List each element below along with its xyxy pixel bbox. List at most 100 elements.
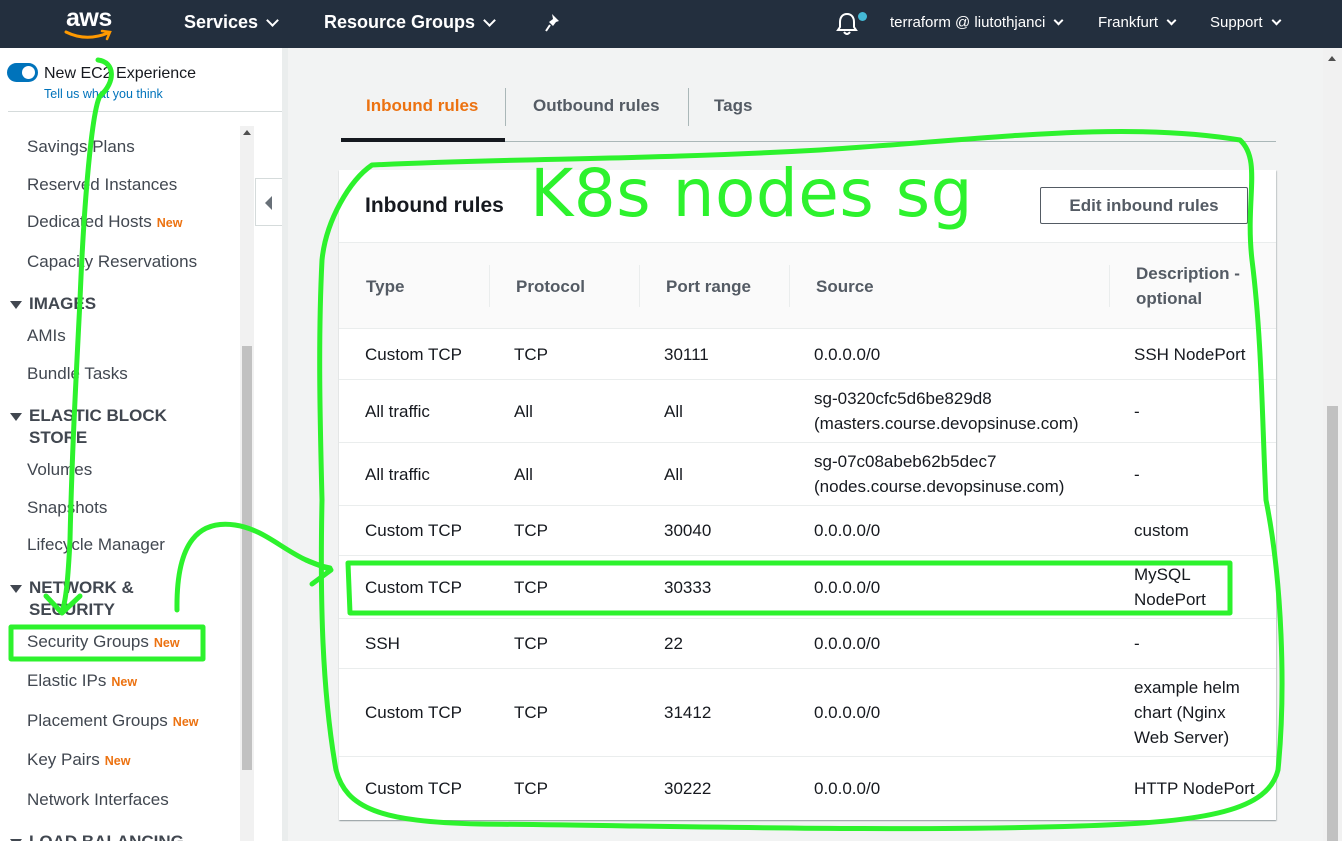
cell-port-range: 30222	[664, 779, 712, 798]
cell-port-range: 22	[664, 634, 683, 653]
sidebar-item-label: AMIs	[27, 326, 66, 345]
account-label: terraform @ liutothjanci	[890, 14, 1046, 31]
sidebar-item-elastic-ips[interactable]: Elastic IPs New	[27, 671, 137, 691]
sidebar-item-dedicated-hosts[interactable]: Dedicated Hosts New	[27, 212, 182, 232]
table-row[interactable]: Custom TCP TCP 30333 0.0.0.0/0 MySQL Nod…	[339, 556, 1276, 619]
sidebar-section-ebs[interactable]: ELASTIC BLOCK STORE	[10, 405, 199, 449]
cell-source: sg-07c08abeb62b5dec7 (nodes.course.devop…	[814, 452, 1065, 496]
cell-type: Custom TCP	[365, 521, 462, 540]
cell-description: -	[1134, 634, 1140, 653]
aws-smile-icon	[64, 29, 112, 41]
new-badge: New	[172, 715, 199, 729]
account-menu[interactable]: terraform @ liutothjanci	[890, 14, 1064, 31]
inbound-rules-panel: Inbound rules Edit inbound rules Type Pr…	[339, 170, 1276, 820]
support-label: Support	[1210, 14, 1263, 31]
column-separator	[1109, 265, 1110, 307]
services-menu[interactable]: Services	[184, 12, 279, 33]
cell-port-range: 31412	[664, 703, 712, 722]
region-menu[interactable]: Frankfurt	[1098, 14, 1177, 31]
scroll-up-arrow-icon[interactable]	[1328, 56, 1336, 61]
sidebar-section-images[interactable]: IMAGES	[10, 293, 229, 315]
cell-protocol: All	[514, 464, 533, 484]
tab-outbound-rules[interactable]: Outbound rules	[533, 96, 660, 116]
cell-type: Custom TCP	[365, 577, 462, 597]
sidebar-section-network-security[interactable]: NETWORK & SECURITY	[10, 577, 199, 621]
sidebar-section-load-balancing[interactable]: LOAD BALANCING	[10, 831, 229, 841]
column-header-type[interactable]: Type	[366, 243, 486, 329]
cell-source: 0.0.0.0/0	[814, 521, 881, 540]
scrollbar-thumb[interactable]	[242, 346, 252, 770]
cell-protocol: TCP	[514, 703, 548, 722]
table-row[interactable]: All traffic All All sg-0320cfc5d6be829d8…	[339, 380, 1276, 443]
sidebar-item-bundle-tasks[interactable]: Bundle Tasks	[27, 364, 128, 384]
table-row[interactable]: Custom TCP TCP 30040 0.0.0.0/0 custom	[339, 506, 1276, 556]
ec2-sidebar: New EC2 Experience Tell us what you thin…	[0, 48, 282, 841]
table-row[interactable]: SSH TCP 22 0.0.0.0/0 -	[339, 619, 1276, 669]
panel-title: Inbound rules	[365, 194, 504, 217]
cell-type: Custom TCP	[365, 703, 462, 722]
cell-protocol: All	[514, 401, 533, 421]
annotation-label: K8s nodes sg	[530, 155, 973, 232]
resource-groups-label: Resource Groups	[324, 12, 476, 32]
column-header-protocol[interactable]: Protocol	[516, 243, 636, 329]
table-row[interactable]: All traffic All All sg-07c08abeb62b5dec7…	[339, 443, 1276, 506]
sidebar-item-label: Placement Groups	[27, 711, 168, 730]
column-separator	[789, 265, 790, 307]
sidebar-item-label: Elastic IPs	[27, 671, 107, 690]
tab-tags[interactable]: Tags	[714, 96, 752, 116]
edit-inbound-rules-button[interactable]: Edit inbound rules	[1040, 187, 1248, 224]
cell-source: 0.0.0.0/0	[814, 779, 881, 798]
sidebar-scrollbar[interactable]	[240, 126, 254, 841]
sidebar-item-placement-groups[interactable]: Placement Groups New	[27, 711, 199, 731]
column-header-port-range[interactable]: Port range	[666, 243, 786, 329]
chevron-down-icon	[1271, 15, 1281, 25]
table-row[interactable]: Custom TCP TCP 31412 0.0.0.0/0 example h…	[339, 669, 1276, 757]
sidebar-item-lifecycle-manager[interactable]: Lifecycle Manager	[27, 535, 165, 555]
security-group-tabs: Inbound rules Outbound rules Tags	[341, 84, 1276, 142]
chevron-down-icon	[1053, 15, 1064, 25]
section-label: ELASTIC BLOCK STORE	[29, 406, 167, 447]
cell-description: MySQL NodePort	[1134, 565, 1206, 609]
tab-inbound-rules[interactable]: Inbound rules	[366, 96, 478, 116]
cell-type: All traffic	[365, 464, 430, 484]
pin-icon[interactable]	[544, 12, 564, 34]
chevron-down-icon	[483, 13, 496, 27]
cell-source: 0.0.0.0/0	[814, 345, 881, 364]
sidebar-border	[282, 48, 288, 841]
bell-icon[interactable]	[835, 11, 859, 37]
new-experience-toggle[interactable]	[7, 63, 38, 82]
sidebar-item-amis[interactable]: AMIs	[27, 326, 66, 346]
sidebar-item-reserved-instances[interactable]: Reserved Instances	[27, 175, 177, 195]
cell-source: 0.0.0.0/0	[814, 703, 881, 722]
collapse-sidebar-button[interactable]	[255, 178, 282, 226]
scrollbar-thumb[interactable]	[1327, 406, 1338, 841]
scroll-up-arrow-icon[interactable]	[243, 130, 251, 135]
column-header-description[interactable]: Description - optional	[1136, 243, 1266, 329]
sidebar-item-label: Key Pairs	[27, 750, 100, 769]
table-row[interactable]: Custom TCP TCP 30222 0.0.0.0/0 HTTP Node…	[339, 757, 1276, 820]
sidebar-item-security-groups[interactable]: Security Groups New	[27, 632, 180, 652]
caret-down-icon	[10, 412, 22, 421]
sidebar-item-snapshots[interactable]: Snapshots	[27, 498, 107, 518]
new-badge: New	[156, 216, 183, 230]
cell-description: SSH NodePort	[1134, 345, 1246, 364]
page-scrollbar[interactable]	[1323, 48, 1342, 841]
sidebar-item-volumes[interactable]: Volumes	[27, 460, 92, 480]
sidebar-item-label: Lifecycle Manager	[27, 535, 165, 554]
cell-port-range: 30040	[664, 521, 712, 540]
cell-port-range: All	[664, 464, 683, 484]
column-header-source[interactable]: Source	[816, 243, 1096, 329]
sidebar-item-network-interfaces[interactable]: Network Interfaces	[27, 790, 169, 810]
cell-protocol: TCP	[514, 634, 548, 653]
resource-groups-menu[interactable]: Resource Groups	[324, 12, 496, 33]
column-separator	[639, 265, 640, 307]
support-menu[interactable]: Support	[1210, 14, 1281, 31]
sidebar-item-capacity-reservations[interactable]: Capacity Reservations	[27, 252, 197, 272]
cell-port-range: 30111	[664, 345, 709, 364]
sidebar-item-key-pairs[interactable]: Key Pairs New	[27, 750, 130, 770]
table-row[interactable]: Custom TCP TCP 30111 0.0.0.0/0 SSH NodeP…	[339, 330, 1276, 380]
caret-down-icon	[10, 584, 22, 593]
sidebar-item-savings-plans[interactable]: Savings Plans	[27, 137, 135, 157]
feedback-link[interactable]: Tell us what you think	[44, 87, 163, 101]
aws-logo[interactable]: aws	[62, 4, 118, 42]
